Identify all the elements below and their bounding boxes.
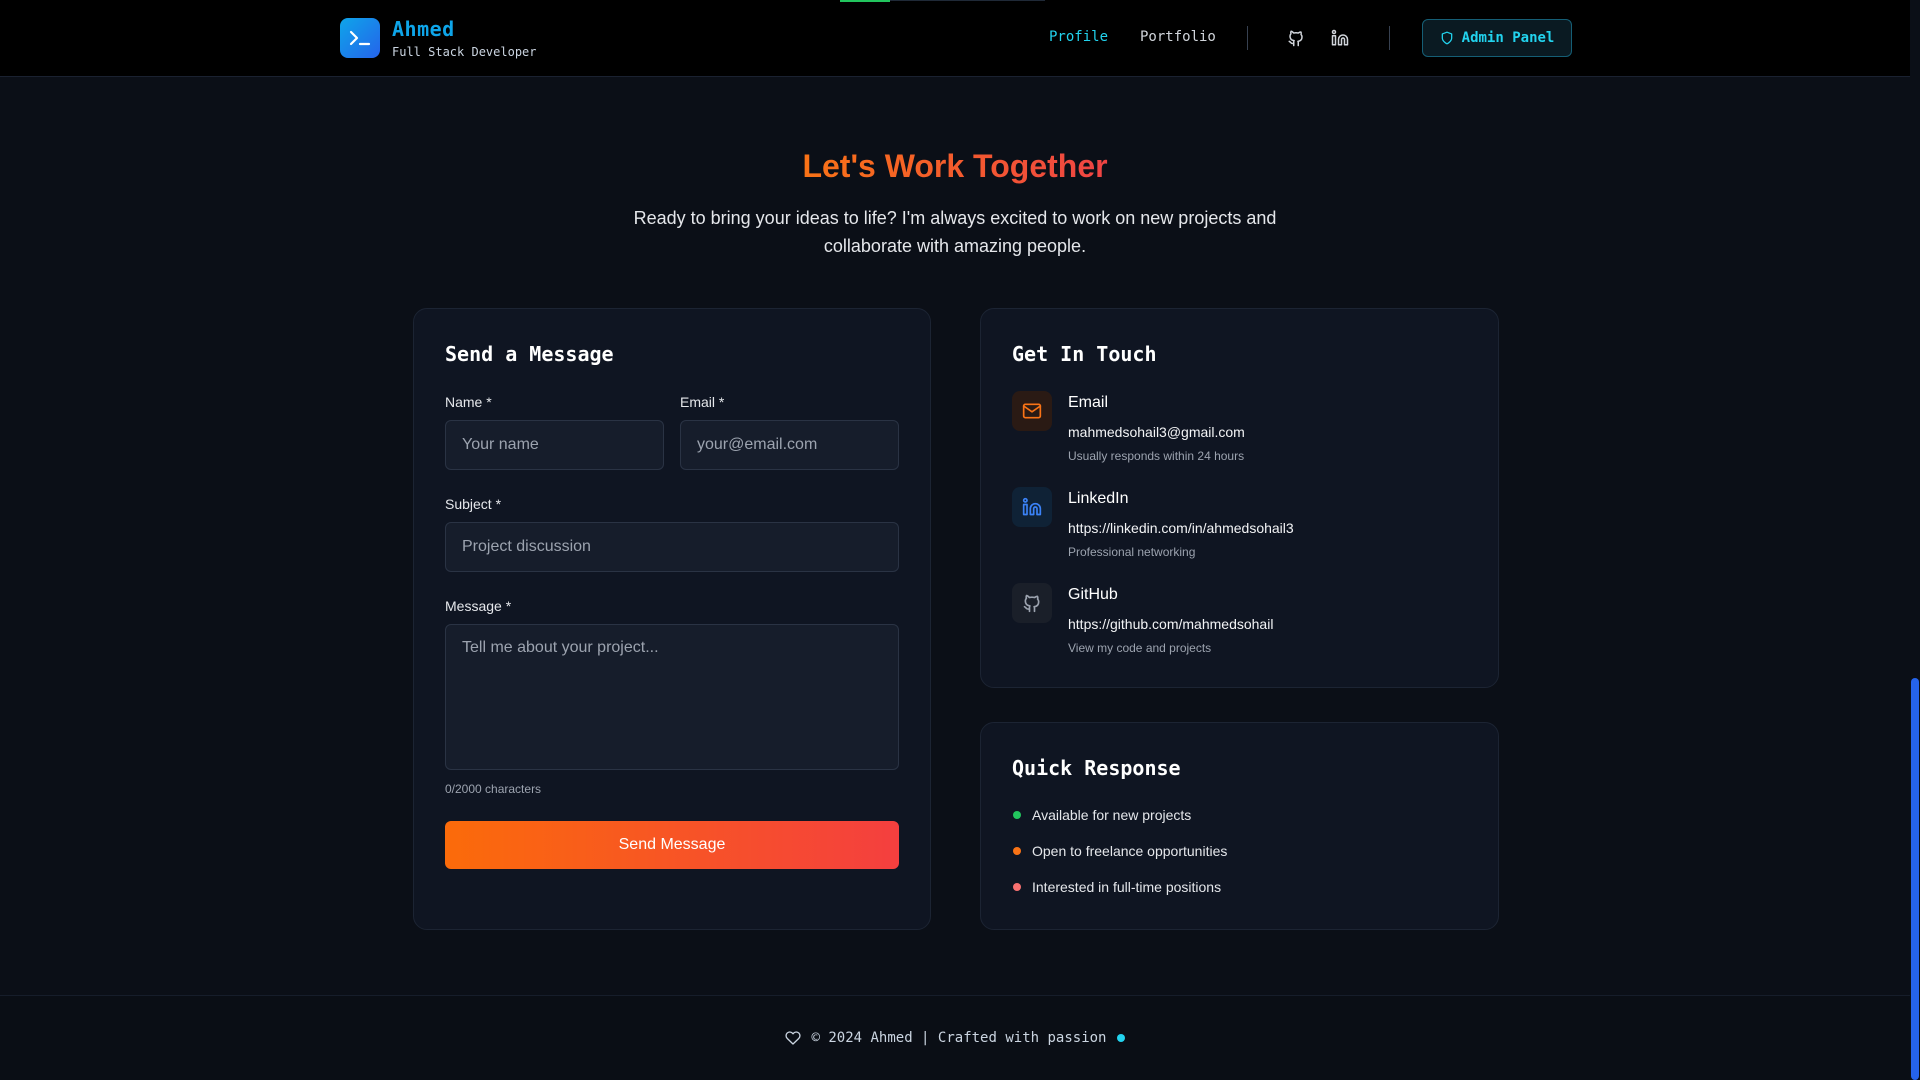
top-navbar: Ahmed Full Stack Developer Profile Portf…	[0, 0, 1910, 77]
quick-response-item: Interested in full-time positions	[1032, 879, 1222, 895]
contact-linkedin-value[interactable]: https://linkedin.com/in/ahmedsohail3	[1068, 520, 1294, 536]
contact-github-title: GitHub	[1068, 586, 1118, 603]
message-label: Message *	[445, 598, 512, 614]
get-in-touch-title: Get In Touch	[1012, 342, 1157, 366]
contact-linkedin-title: LinkedIn	[1068, 490, 1129, 507]
contact-github-value[interactable]: https://github.com/mahmedsohail	[1068, 616, 1273, 632]
github-icon[interactable]	[1287, 29, 1305, 47]
contact-github-note: View my code and projects	[1068, 641, 1212, 655]
quick-response-card	[980, 722, 1499, 930]
subject-label: Subject *	[445, 496, 502, 512]
nav-divider	[1389, 26, 1390, 50]
email-input[interactable]	[680, 420, 899, 470]
brand-role: Full Stack Developer	[392, 45, 537, 59]
terminal-logo-icon[interactable]	[340, 18, 380, 58]
name-input[interactable]	[445, 420, 664, 470]
footer-row: © 2024 Ahmed | Crafted with passion	[0, 1030, 1910, 1046]
page-title: Let's Work Together	[802, 148, 1108, 184]
page-subtitle: Ready to bring your ideas to life? I'm a…	[633, 208, 1277, 256]
shield-icon	[1441, 31, 1452, 45]
status-dot-green	[1013, 811, 1021, 819]
scroll-progress-track	[890, 0, 1045, 1]
linkedin-icon	[1012, 487, 1052, 527]
form-title: Send a Message	[445, 342, 614, 366]
brand-name[interactable]: Ahmed	[392, 17, 455, 41]
admin-panel-button[interactable]: Admin Panel	[1422, 19, 1572, 57]
nav-link-portfolio[interactable]: Portfolio	[1140, 29, 1216, 45]
contact-linkedin-note: Professional networking	[1068, 545, 1196, 559]
scroll-progress-bar	[840, 0, 890, 2]
email-label: Email *	[680, 394, 725, 410]
quick-response-title: Quick Response	[1012, 756, 1181, 780]
send-message-button[interactable]: Send Message	[445, 821, 899, 869]
subject-input[interactable]	[445, 522, 899, 572]
contact-email-value[interactable]: mahmedsohail3@gmail.com	[1068, 424, 1245, 440]
heart-icon	[785, 1031, 802, 1045]
character-counter: 0/2000 characters	[445, 782, 542, 796]
footer-copyright: © 2024 Ahmed | Crafted with passion	[811, 1030, 1107, 1046]
mail-icon	[1012, 391, 1052, 431]
admin-panel-label: Admin Panel	[1461, 30, 1555, 46]
message-textarea[interactable]	[445, 624, 899, 770]
github-icon	[1012, 583, 1052, 623]
linkedin-icon[interactable]	[1331, 29, 1349, 47]
contact-email-title: Email	[1068, 394, 1109, 411]
scrollbar-thumb[interactable]	[1911, 678, 1919, 1080]
name-label: Name *	[445, 394, 492, 410]
contact-email-note: Usually responds within 24 hours	[1068, 449, 1245, 463]
nav-link-profile[interactable]: Profile	[1049, 29, 1108, 45]
quick-response-item: Available for new projects	[1032, 807, 1192, 823]
quick-response-item: Open to freelance opportunities	[1032, 843, 1228, 859]
nav-divider	[1247, 26, 1248, 50]
status-dot-cyan	[1116, 1034, 1125, 1042]
status-dot-red	[1013, 883, 1021, 891]
status-dot-orange	[1013, 847, 1021, 855]
